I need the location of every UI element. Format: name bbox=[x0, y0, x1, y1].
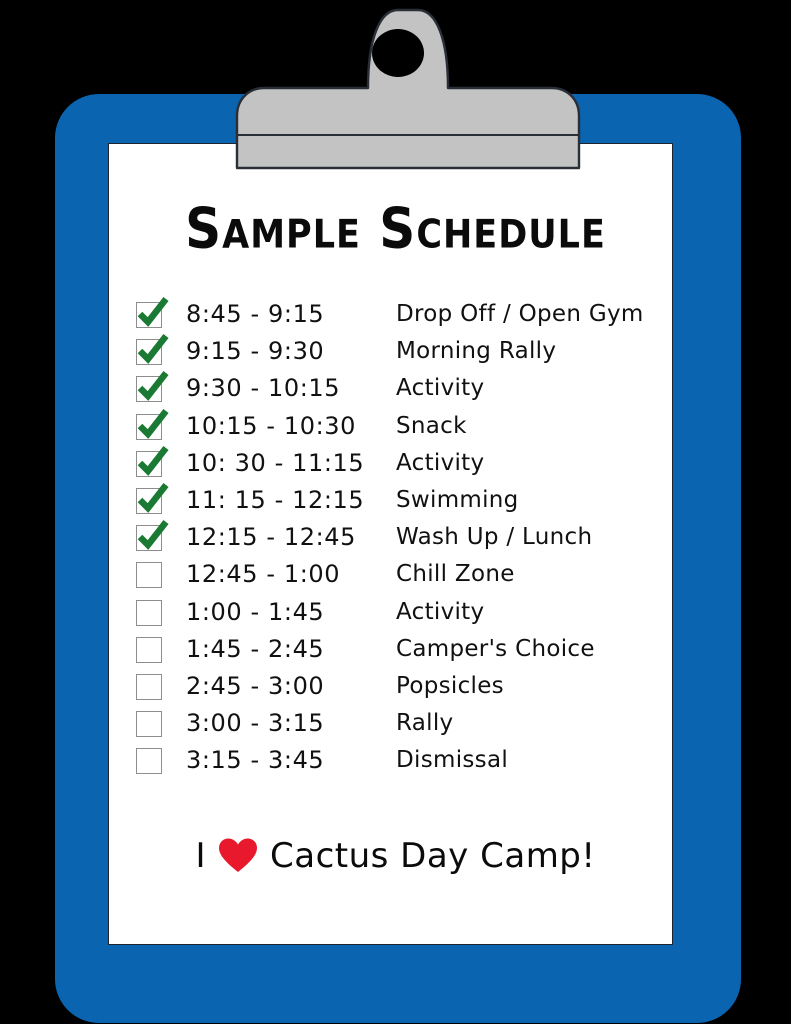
table-row: 10:15 - 10:30 Snack bbox=[136, 408, 656, 448]
schedule-time: 12:15 - 12:45 bbox=[186, 523, 357, 552]
schedule-checkbox[interactable] bbox=[136, 599, 162, 626]
page-title: Sample Schedule bbox=[185, 196, 606, 261]
schedule-time: 11: 15 - 12:15 bbox=[186, 485, 365, 514]
table-row: 12:45 - 1:00 Chill Zone bbox=[136, 559, 656, 596]
schedule-time: 10: 30 - 11:15 bbox=[186, 448, 365, 477]
check-icon bbox=[137, 482, 169, 513]
schedule-activity: Activity bbox=[396, 598, 485, 625]
schedule-activity: Popsicles bbox=[396, 672, 504, 699]
check-icon bbox=[137, 445, 169, 476]
schedule-checkbox[interactable] bbox=[136, 711, 162, 738]
check-icon bbox=[137, 520, 169, 551]
schedule-time: 3:15 - 3:45 bbox=[186, 746, 325, 775]
clipboard-scene: Sample Schedule 8:45 - 9:15 Drop Off / O… bbox=[0, 0, 791, 1024]
table-row: 8:45 - 9:15 Drop Off / Open Gym bbox=[136, 296, 656, 336]
schedule-activity: Dismissal bbox=[396, 747, 509, 774]
footer-prefix: I bbox=[195, 836, 206, 876]
schedule-checkbox[interactable] bbox=[136, 520, 169, 552]
table-row: 1:00 - 1:45 Activity bbox=[136, 597, 656, 634]
check-icon bbox=[137, 408, 169, 439]
schedule-list: 8:45 - 9:15 Drop Off / Open Gym 9:15 - 9… bbox=[136, 296, 656, 782]
schedule-time: 12:45 - 1:00 bbox=[186, 560, 341, 589]
check-icon bbox=[137, 296, 169, 327]
schedule-time: 9:30 - 10:15 bbox=[186, 374, 341, 403]
schedule-activity: Chill Zone bbox=[396, 561, 515, 588]
footer-suffix: Cactus Day Camp! bbox=[270, 836, 596, 876]
schedule-activity: Activity bbox=[396, 375, 485, 402]
schedule-activity: Drop Off / Open Gym bbox=[396, 301, 644, 327]
table-row: 2:45 - 3:00 Popsicles bbox=[136, 671, 656, 708]
table-row: 10: 30 - 11:15 Activity bbox=[136, 445, 656, 485]
footer-tagline: I Cactus Day Camp! bbox=[0, 836, 791, 876]
table-row: 1:45 - 2:45 Camper's Choice bbox=[136, 634, 656, 671]
schedule-time: 8:45 - 9:15 bbox=[186, 300, 325, 328]
schedule-checkbox[interactable] bbox=[136, 748, 162, 775]
schedule-time: 10:15 - 10:30 bbox=[186, 411, 357, 440]
schedule-activity: Activity bbox=[396, 449, 485, 476]
table-row: 9:30 - 10:15 Activity bbox=[136, 371, 656, 410]
schedule-checkbox[interactable] bbox=[136, 636, 162, 663]
schedule-activity: Morning Rally bbox=[396, 338, 557, 365]
check-icon bbox=[137, 371, 169, 402]
heart-icon bbox=[218, 838, 258, 874]
check-icon bbox=[137, 334, 169, 365]
schedule-time: 1:45 - 2:45 bbox=[186, 634, 325, 663]
table-row: 9:15 - 9:30 Morning Rally bbox=[136, 334, 656, 373]
schedule-time: 3:00 - 3:15 bbox=[186, 709, 325, 738]
schedule-checkbox[interactable] bbox=[136, 408, 169, 440]
schedule-activity: Camper's Choice bbox=[396, 635, 595, 662]
table-row: 3:15 - 3:45 Dismissal bbox=[136, 745, 656, 782]
schedule-activity: Swimming bbox=[396, 486, 519, 513]
schedule-checkbox[interactable] bbox=[136, 445, 169, 477]
schedule-activity: Snack bbox=[396, 412, 467, 439]
table-row: 12:15 - 12:45 Wash Up / Lunch bbox=[136, 520, 656, 559]
schedule-checkbox[interactable] bbox=[136, 296, 169, 328]
table-row: 11: 15 - 12:15 Swimming bbox=[136, 482, 656, 522]
schedule-activity: Rally bbox=[396, 710, 454, 737]
schedule-time: 1:00 - 1:45 bbox=[186, 597, 325, 626]
schedule-time: 2:45 - 3:00 bbox=[186, 671, 325, 700]
table-row: 3:00 - 3:15 Rally bbox=[136, 708, 656, 745]
schedule-checkbox[interactable] bbox=[136, 562, 162, 589]
schedule-checkbox[interactable] bbox=[136, 371, 169, 403]
schedule-activity: Wash Up / Lunch bbox=[396, 524, 593, 551]
schedule-checkbox[interactable] bbox=[136, 673, 162, 700]
schedule-checkbox[interactable] bbox=[136, 482, 169, 514]
schedule-time: 9:15 - 9:30 bbox=[186, 337, 325, 366]
schedule-checkbox[interactable] bbox=[136, 334, 169, 366]
